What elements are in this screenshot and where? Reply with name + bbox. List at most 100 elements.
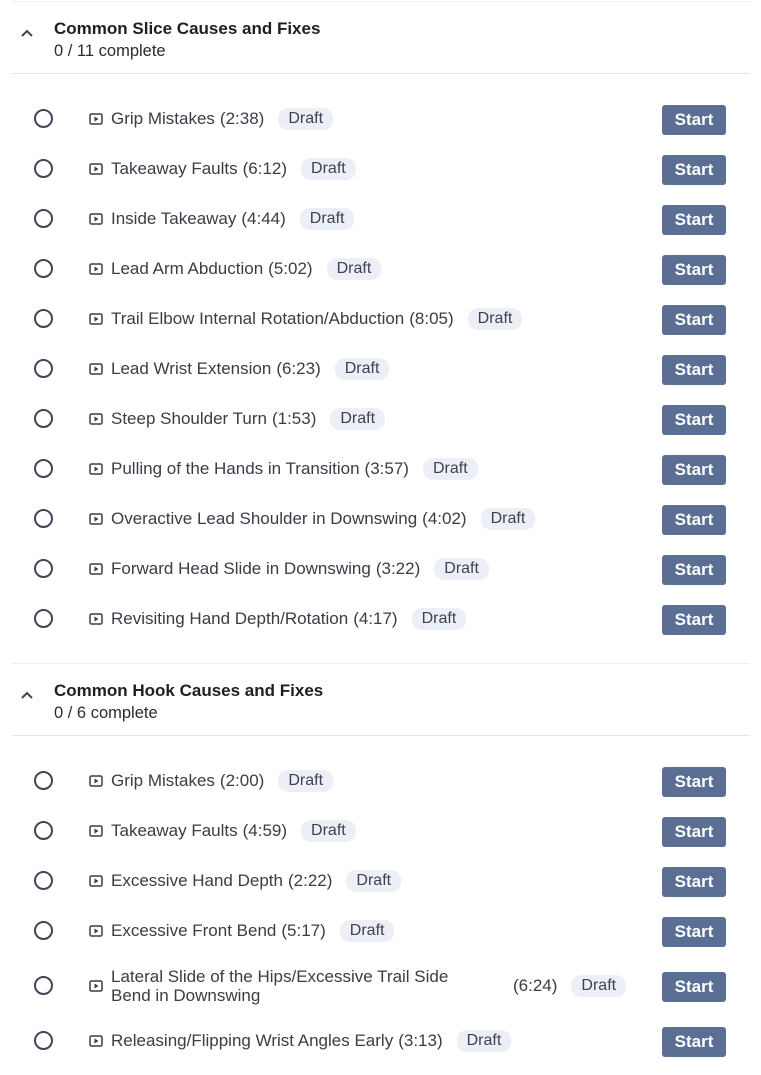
lesson-row: Lead Wrist Extension (6:23) Draft Start <box>12 345 750 395</box>
start-button[interactable]: Start <box>662 405 726 435</box>
draft-badge: Draft <box>301 820 356 842</box>
lesson-link[interactable]: Excessive Hand Depth (2:22) Draft <box>111 857 402 905</box>
video-lesson-icon <box>89 613 103 625</box>
start-button[interactable]: Start <box>662 917 726 947</box>
draft-badge: Draft <box>339 920 395 942</box>
lesson-duration: (1:53) <box>271 409 317 428</box>
lesson-link[interactable]: Revisiting Hand Depth/Rotation (4:17) Draf… <box>111 595 467 643</box>
draft-badge: Draft <box>434 558 489 580</box>
lesson-row: Overactive Lead Shoulder in Downswing (4:… <box>12 495 750 545</box>
complete-toggle-icon[interactable] <box>34 159 53 178</box>
draft-badge: Draft <box>326 258 382 280</box>
lesson-row: Lateral Slide of the Hips/Excessive Trai… <box>12 962 750 1012</box>
start-button[interactable]: Start <box>662 355 726 385</box>
lesson-link[interactable]: Inside Takeaway (4:44) Draft <box>111 195 355 243</box>
start-button[interactable]: Start <box>662 972 726 1002</box>
lesson-row: Steep Shoulder Turn (1:53) Draft Start <box>12 395 750 445</box>
draft-badge: Draft <box>346 870 402 892</box>
module-header[interactable]: Common Slice Causes and Fixes 0 / 11 comp… <box>12 2 750 74</box>
lesson-row: Excessive Front Bend (5:17) Draft Start <box>12 907 750 957</box>
video-lesson-icon <box>89 1035 103 1047</box>
lesson-link[interactable]: Forward Head Slide in Downswing (3:22) Dra… <box>111 545 489 593</box>
lesson-title: Lead Wrist Extension <box>111 359 272 378</box>
start-button[interactable]: Start <box>662 205 726 235</box>
lesson-link[interactable]: Excessive Front Bend (5:17) Draft <box>111 907 395 955</box>
lesson-title: Takeaway Faults <box>111 821 238 840</box>
video-lesson-icon <box>89 775 103 787</box>
start-button[interactable]: Start <box>662 105 726 135</box>
complete-toggle-icon[interactable] <box>34 259 53 278</box>
lesson-link[interactable]: Trail Elbow Internal Rotation/Abduction(… <box>111 295 523 343</box>
lesson-duration: (4:44) <box>241 209 286 228</box>
lesson-duration: (4:02) <box>422 509 467 528</box>
lesson-link[interactable]: Takeaway Faults (6:12) Draft <box>111 145 356 193</box>
complete-toggle-icon[interactable] <box>34 109 53 128</box>
start-button[interactable]: Start <box>662 767 726 797</box>
chevron-up-icon[interactable] <box>20 28 34 38</box>
start-button[interactable]: Start <box>662 305 726 335</box>
module-title: Common Slice Causes and Fixes <box>54 19 321 38</box>
start-button[interactable]: Start <box>662 867 726 897</box>
lesson-title: Excessive Hand Depth <box>111 871 283 890</box>
video-lesson-icon <box>89 113 103 125</box>
video-lesson-icon <box>89 825 103 837</box>
lesson-link[interactable]: Grip Mistakes (2:00) Draft <box>111 757 334 805</box>
lesson-link[interactable]: Overactive Lead Shoulder in Downswing (4:… <box>111 495 536 543</box>
lesson-row: Revisiting Hand Depth/Rotation (4:17) Draf… <box>12 595 750 645</box>
complete-toggle-icon[interactable] <box>34 871 53 890</box>
lesson-duration: (5:02) <box>268 259 313 278</box>
lesson-link[interactable]: Releasing/Flipping Wrist Angles Early (3:… <box>111 1017 512 1065</box>
complete-toggle-icon[interactable] <box>34 921 53 940</box>
video-lesson-icon <box>89 925 103 937</box>
complete-toggle-icon[interactable] <box>34 976 53 995</box>
complete-toggle-icon[interactable] <box>34 509 53 528</box>
start-button[interactable]: Start <box>662 505 726 535</box>
lesson-link[interactable]: Lead Wrist Extension (6:23) Draft <box>111 345 390 393</box>
lesson-link[interactable]: Lateral Slide of the Hips/Excessive Trai… <box>111 962 627 1010</box>
start-button[interactable]: Start <box>662 255 726 285</box>
video-lesson-icon <box>89 213 103 225</box>
draft-badge: Draft <box>301 158 356 180</box>
complete-toggle-icon[interactable] <box>34 771 53 790</box>
module-section: Common Slice Causes and Fixes 0 / 11 comp… <box>12 1 750 650</box>
lesson-title: Releasing/Flipping Wrist Angles Early <box>111 1031 394 1050</box>
lesson-row: Inside Takeaway (4:44) Draft Start <box>12 195 750 245</box>
module-section: Common Hook Causes and Fixes 0 / 6 comple… <box>12 663 750 1072</box>
video-lesson-icon <box>89 313 103 325</box>
lesson-duration: (6:24) <box>513 976 558 995</box>
complete-toggle-icon[interactable] <box>34 1031 53 1050</box>
complete-toggle-icon[interactable] <box>34 359 53 378</box>
complete-toggle-icon[interactable] <box>34 459 53 478</box>
complete-toggle-icon[interactable] <box>34 209 53 228</box>
draft-badge: Draft <box>278 770 334 792</box>
draft-badge: Draft <box>571 975 627 997</box>
draft-badge: Draft <box>278 108 334 130</box>
lesson-title: Forward Head Slide in Downswing <box>111 559 371 578</box>
lesson-row: Takeaway Faults (4:59) Draft Start <box>12 807 750 857</box>
lesson-link[interactable]: Lead Arm Abduction (5:02) Draft <box>111 245 382 293</box>
lesson-link[interactable]: Grip Mistakes (2:38) Draft <box>111 95 334 143</box>
lesson-duration: (4:59) <box>242 821 288 840</box>
module-header[interactable]: Common Hook Causes and Fixes 0 / 6 comple… <box>12 664 750 736</box>
lesson-link[interactable]: Pulling of the Hands in Transition (3:57)… <box>111 445 478 493</box>
start-button[interactable]: Start <box>662 455 726 485</box>
complete-toggle-icon[interactable] <box>34 821 53 840</box>
video-lesson-icon <box>89 263 103 275</box>
lesson-row: Grip Mistakes (2:00) Draft Start <box>12 757 750 807</box>
start-button[interactable]: Start <box>662 605 726 635</box>
start-button[interactable]: Start <box>662 1027 726 1057</box>
complete-toggle-icon[interactable] <box>34 309 53 328</box>
complete-toggle-icon[interactable] <box>34 409 53 428</box>
lesson-row: Releasing/Flipping Wrist Angles Early (3:… <box>12 1017 750 1067</box>
lesson-link[interactable]: Takeaway Faults (4:59) Draft <box>111 807 356 855</box>
start-button[interactable]: Start <box>662 155 726 185</box>
start-button[interactable]: Start <box>662 817 726 847</box>
lesson-title: Grip Mistakes <box>111 109 215 128</box>
complete-toggle-icon[interactable] <box>34 609 53 628</box>
chevron-up-icon[interactable] <box>20 690 34 700</box>
lesson-link[interactable]: Steep Shoulder Turn (1:53) Draft <box>111 395 386 443</box>
start-button[interactable]: Start <box>662 555 726 585</box>
draft-badge: Draft <box>422 458 478 480</box>
complete-toggle-icon[interactable] <box>34 559 53 578</box>
module-progress: 0 / 6 complete <box>54 704 158 722</box>
